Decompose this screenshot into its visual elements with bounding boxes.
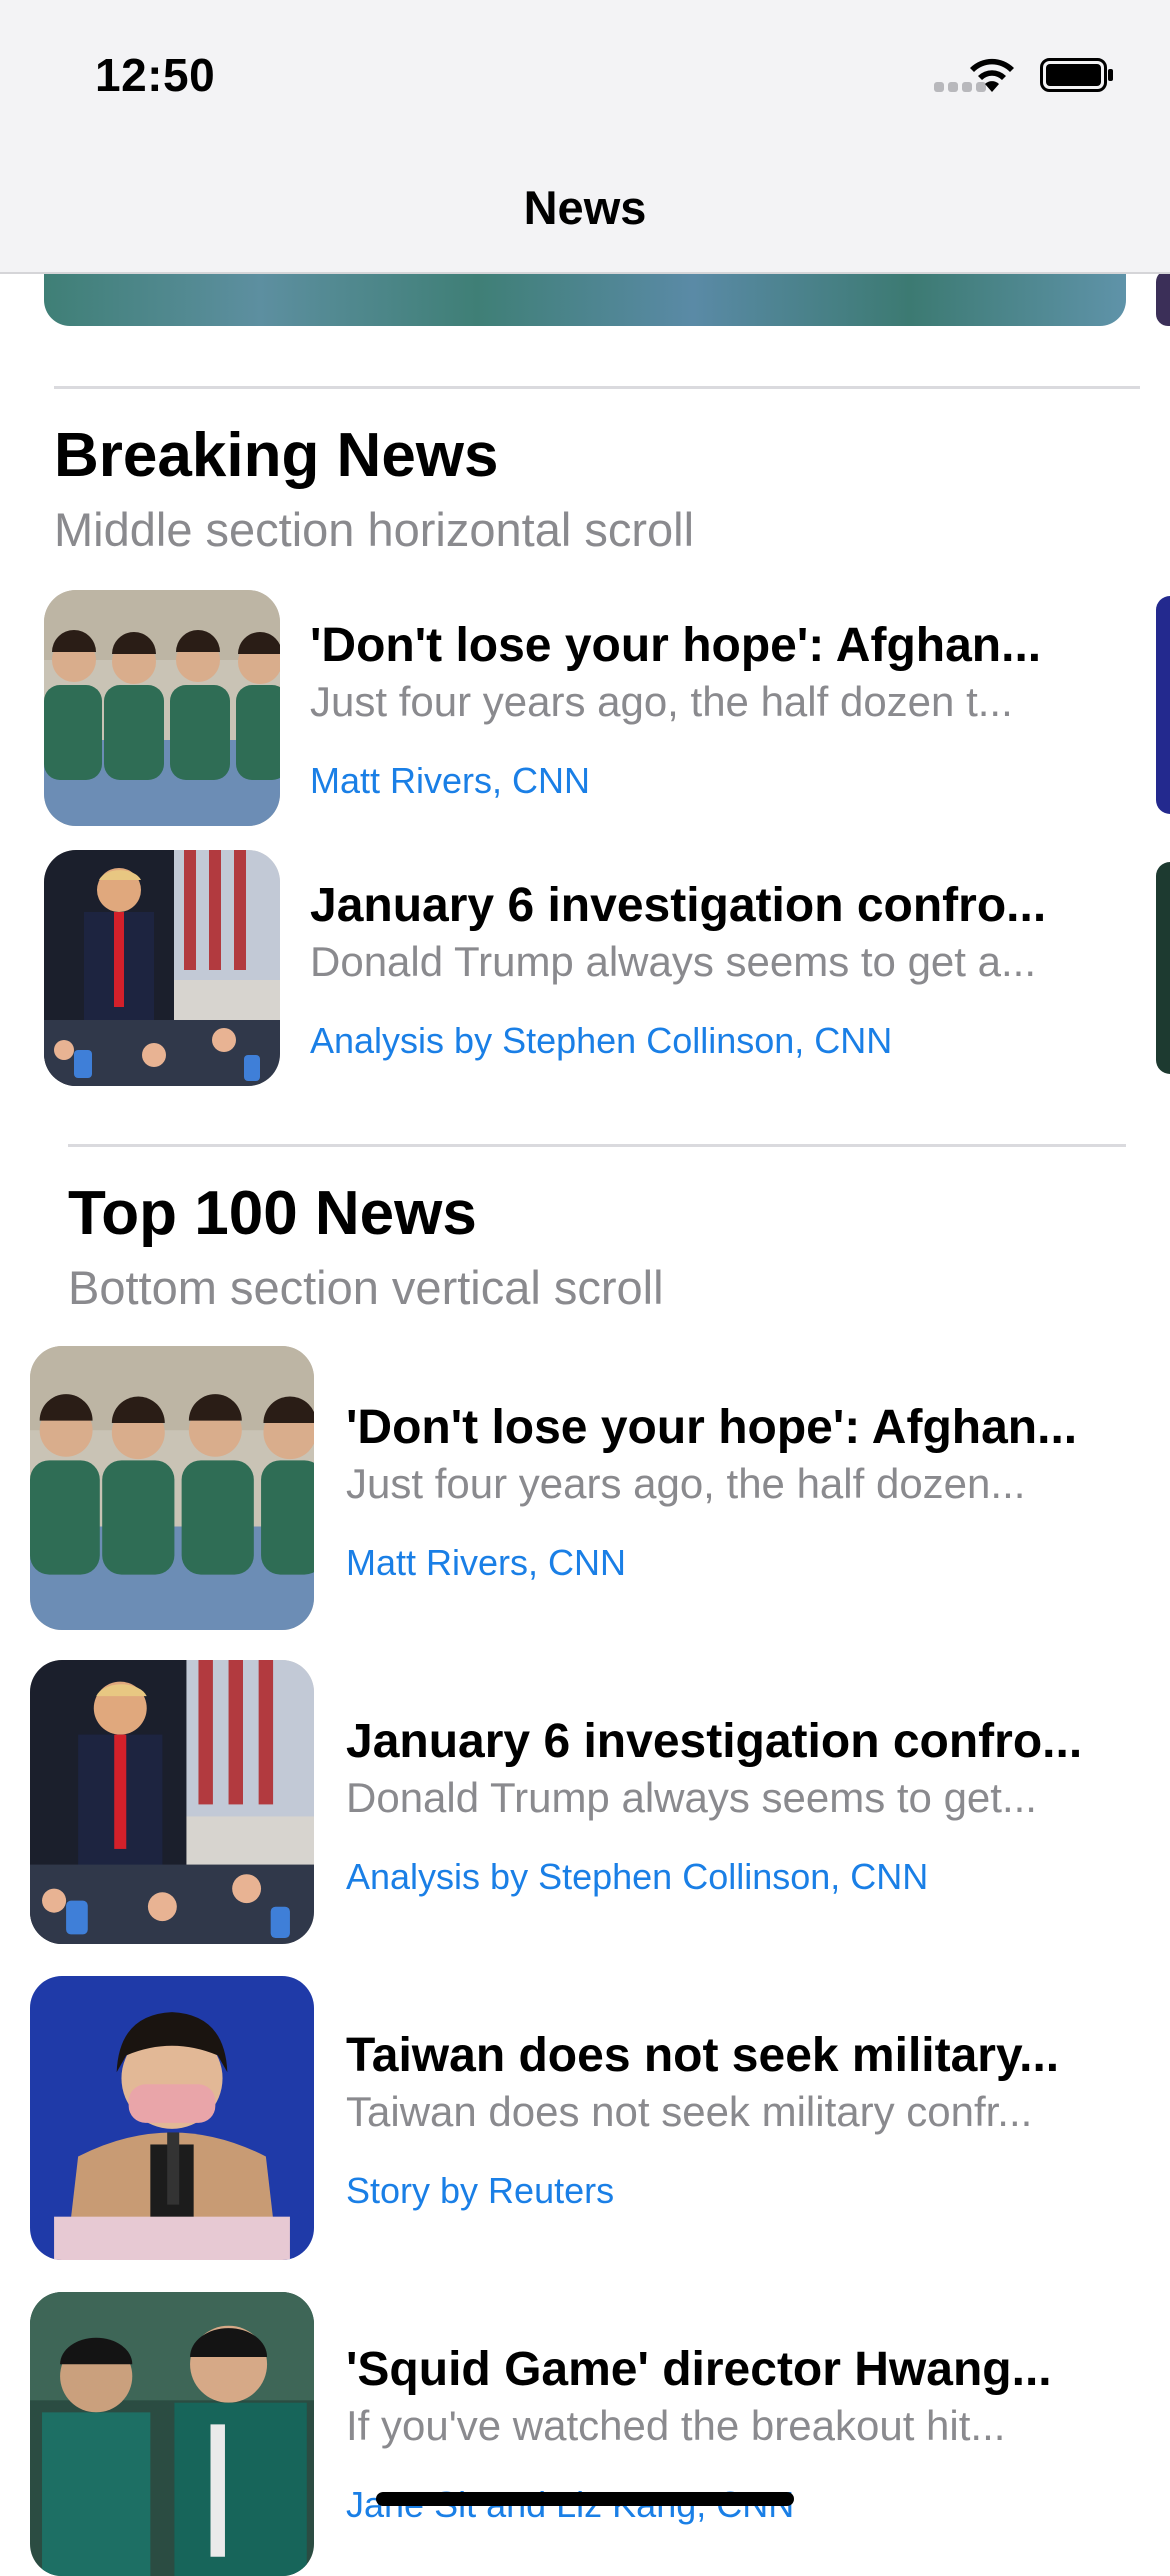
page-title: News — [523, 181, 647, 234]
next-breaking-card-peek[interactable] — [1156, 596, 1170, 814]
article-author[interactable]: Story by Reuters — [346, 2170, 1116, 2212]
article-author[interactable]: Analysis by Stephen Collinson, CNN — [346, 1856, 1116, 1898]
article-title: 'Squid Game' director Hwang... — [346, 2343, 1052, 2396]
article-description: Donald Trump always seems to get... — [346, 1774, 1037, 1821]
navigation-bar: 12:50 News — [0, 0, 1170, 274]
squid-game-photo — [30, 2292, 314, 2576]
next-featured-card-peek[interactable] — [1156, 270, 1170, 326]
trump-rally-photo — [30, 1660, 314, 1944]
article-author[interactable]: Matt Rivers, CNN — [310, 760, 1090, 802]
article-author[interactable]: Analysis by Stephen Collinson, CNN — [310, 1020, 1100, 1062]
article-description: Donald Trump always seems to get a... — [310, 938, 1036, 985]
next-breaking-card-peek[interactable] — [1156, 862, 1170, 1074]
article-title: 'Don't lose your hope': Afghan... — [346, 1401, 1078, 1454]
afghan-girls-photo — [44, 590, 280, 826]
battery-icon — [1040, 58, 1113, 92]
article-title: Taiwan does not seek military... — [346, 2029, 1060, 2082]
taiwan-president-photo — [30, 1976, 314, 2260]
article-description: Taiwan does not seek military confr... — [346, 2088, 1033, 2135]
status-time: 12:50 — [95, 49, 216, 101]
trump-rally-photo — [44, 850, 280, 1086]
breaking-news-subtitle: Middle section horizontal scroll — [54, 503, 695, 556]
article-title: 'Don't lose your hope': Afghan... — [310, 619, 1042, 672]
home-indicator[interactable] — [376, 2492, 794, 2506]
article-title: January 6 investigation confro... — [310, 879, 1047, 932]
article-author[interactable]: Matt Rivers, CNN — [346, 1542, 1116, 1584]
top-100-news-title: Top 100 News — [68, 1179, 477, 1248]
article-title: January 6 investigation confro... — [346, 1715, 1083, 1768]
article-description: Just four years ago, the half dozen t... — [310, 678, 1013, 725]
breaking-news-title: Breaking News — [54, 421, 499, 490]
section-divider — [54, 386, 1140, 389]
wifi-icon — [970, 58, 1014, 92]
top-100-news-subtitle: Bottom section vertical scroll — [68, 1261, 664, 1314]
article-description: If you've watched the breakout hit... — [346, 2402, 1006, 2449]
afghan-girls-photo — [30, 1346, 314, 1630]
article-description: Just four years ago, the half dozen... — [346, 1460, 1026, 1507]
section-divider — [68, 1144, 1126, 1147]
